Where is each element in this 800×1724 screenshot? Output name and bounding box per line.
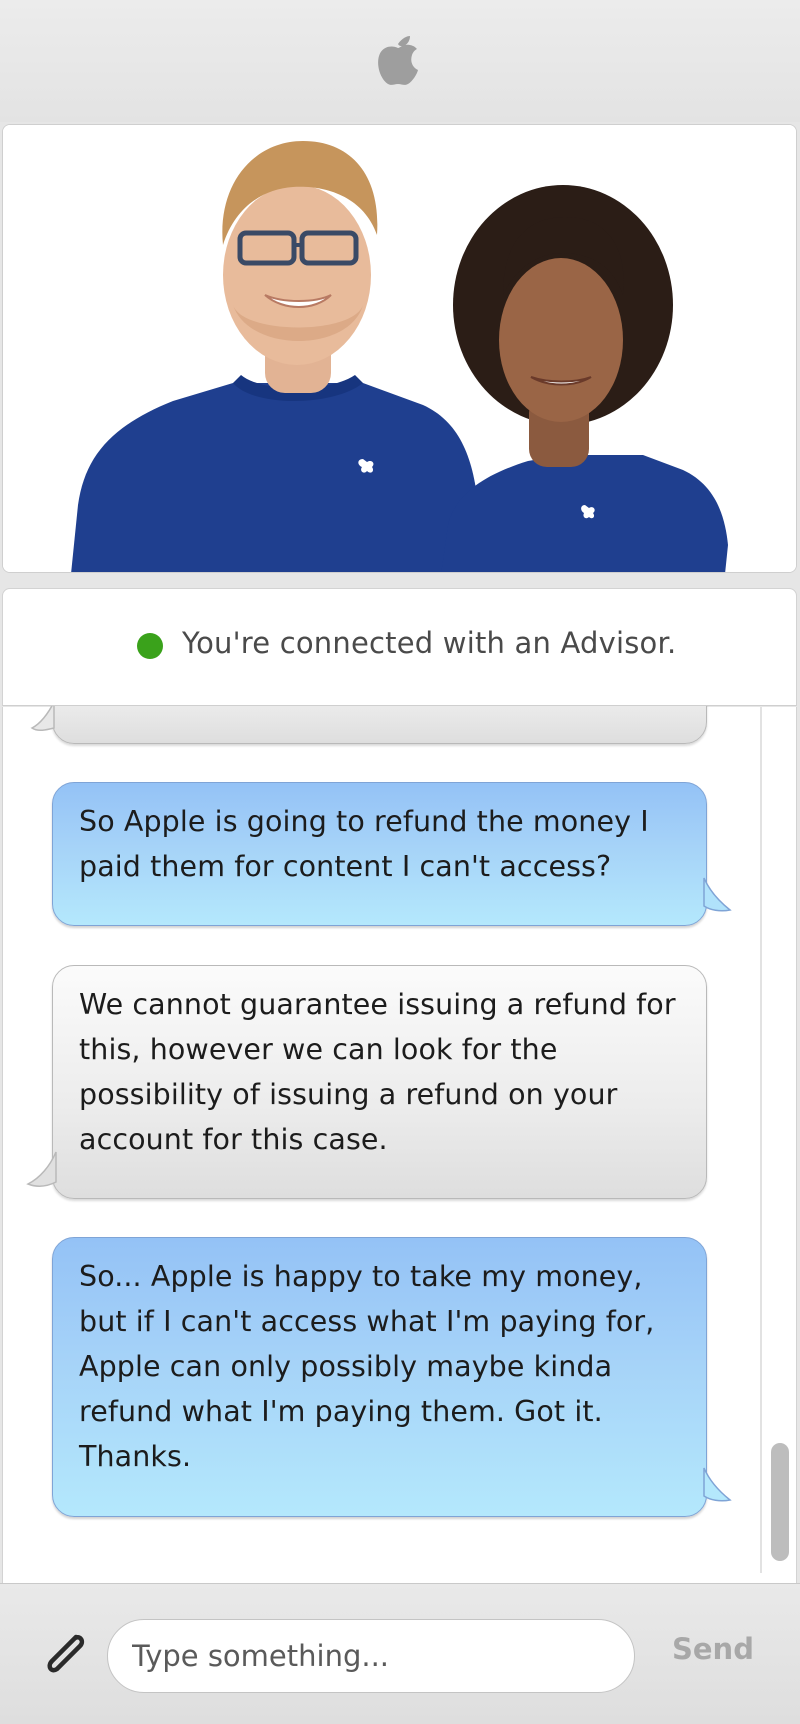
message-line: So... Apple is happy to take my money, xyxy=(79,1260,643,1293)
advisor-photo xyxy=(2,124,797,573)
status-text: You're connected with an Advisor. xyxy=(182,626,677,660)
message-line: paid them for content I can't access? xyxy=(79,850,612,883)
message-line: possibility of issuing a refund on your xyxy=(79,1078,618,1111)
message-line: So Apple is going to refund the money I xyxy=(79,805,649,838)
message-line: Apple can only possibly maybe kinda xyxy=(79,1350,613,1383)
send-button[interactable]: Send xyxy=(672,1632,754,1666)
advisor-message-bubble: We cannot guarantee issuing a refund for… xyxy=(52,965,707,1199)
scrollbar-thumb[interactable] xyxy=(771,1443,789,1561)
message-line: Thanks. xyxy=(79,1440,192,1473)
message-input[interactable] xyxy=(107,1619,635,1693)
message-line: but if I can't access what I'm paying fo… xyxy=(79,1305,655,1338)
online-status-icon xyxy=(137,633,163,659)
user-message-bubble: So... Apple is happy to take my money, b… xyxy=(52,1237,707,1517)
bubble-tail-icon xyxy=(26,1151,57,1187)
bubble-tail-icon xyxy=(703,1467,732,1502)
user-message-bubble: So Apple is going to refund the money I … xyxy=(52,782,707,926)
paperclip-icon[interactable] xyxy=(38,1627,92,1681)
scrollbar-track xyxy=(760,707,762,1573)
message-line: We cannot guarantee issuing a refund for xyxy=(79,988,676,1021)
message-line: account for this case. xyxy=(79,1123,388,1156)
message-line: refund what I'm paying them. Got it. xyxy=(79,1395,603,1428)
apple-logo-icon xyxy=(378,36,418,85)
message-line: this, however we can look for the xyxy=(79,1033,558,1066)
bubble-tail-icon xyxy=(703,877,732,912)
